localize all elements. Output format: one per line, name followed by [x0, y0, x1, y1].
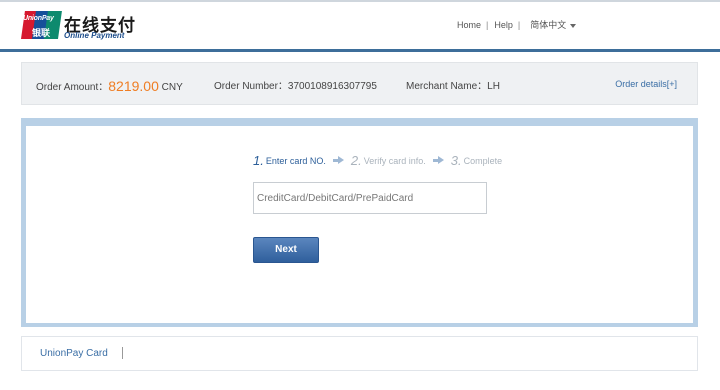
step-number: 3. — [450, 153, 462, 168]
unionpay-logo: UnionPay 银联 — [21, 11, 62, 39]
merchant-name-label: Merchant Name： — [406, 81, 488, 92]
order-amount-label: Order Amount： — [36, 82, 109, 93]
order-details-link[interactable]: Order details[+] — [615, 79, 677, 89]
order-summary-bar: Order Amount：8219.00 CNY Order Number：37… — [21, 62, 698, 105]
step-indicator: 1. Enter card NO. 2. Verify card info. 3. Com… — [253, 152, 503, 168]
language-label: 简体中文 — [530, 20, 567, 30]
step-label: Verify card info. — [363, 156, 426, 166]
right-arrow-icon — [432, 156, 445, 165]
caret-down-icon — [570, 23, 577, 28]
order-amount: Order Amount：8219.00 CNY — [36, 77, 183, 94]
tab-unionpay-card[interactable]: UnionPay Card — [40, 348, 108, 359]
order-number-value: 3700108916307795 — [287, 81, 377, 92]
step-number: 2. — [350, 153, 362, 168]
tab-divider — [122, 347, 123, 359]
order-number: Order Number：3700108916307795 — [214, 77, 377, 92]
step-enter-card: 1. Enter card NO. — [253, 152, 326, 168]
nav-home-link[interactable]: Home — [457, 20, 481, 30]
step-complete: 3. Complete — [450, 152, 503, 168]
merchant-name-value: LH — [487, 81, 500, 92]
order-currency: CNY — [161, 82, 183, 93]
order-amount-value: 8219.00 — [108, 78, 159, 94]
card-number-input[interactable] — [253, 182, 487, 214]
nav-divider: | — [486, 20, 489, 30]
step-label: Enter card NO. — [265, 156, 326, 166]
step-verify-card: 2. Verify card info. — [350, 152, 426, 168]
nav-divider: | — [517, 20, 521, 30]
language-selector[interactable]: 简体中文 — [526, 18, 577, 31]
header-divider — [0, 49, 720, 52]
top-nav: Home | Help | 简体中文 — [457, 18, 577, 31]
right-arrow-icon — [332, 156, 345, 165]
next-button[interactable]: Next — [253, 237, 319, 263]
merchant-name: Merchant Name：LH — [406, 77, 500, 92]
logo-chinese-text: 银联 — [32, 28, 51, 38]
step-label: Complete — [463, 156, 503, 166]
nav-help-link[interactable]: Help — [494, 20, 513, 30]
site-subtitle: Online Payment — [64, 31, 125, 40]
step-number: 1. — [253, 153, 264, 168]
card-type-tabs: UnionPay Card — [21, 336, 698, 371]
logo-english-text: UnionPay — [23, 15, 54, 22]
order-number-label: Order Number： — [214, 81, 288, 92]
